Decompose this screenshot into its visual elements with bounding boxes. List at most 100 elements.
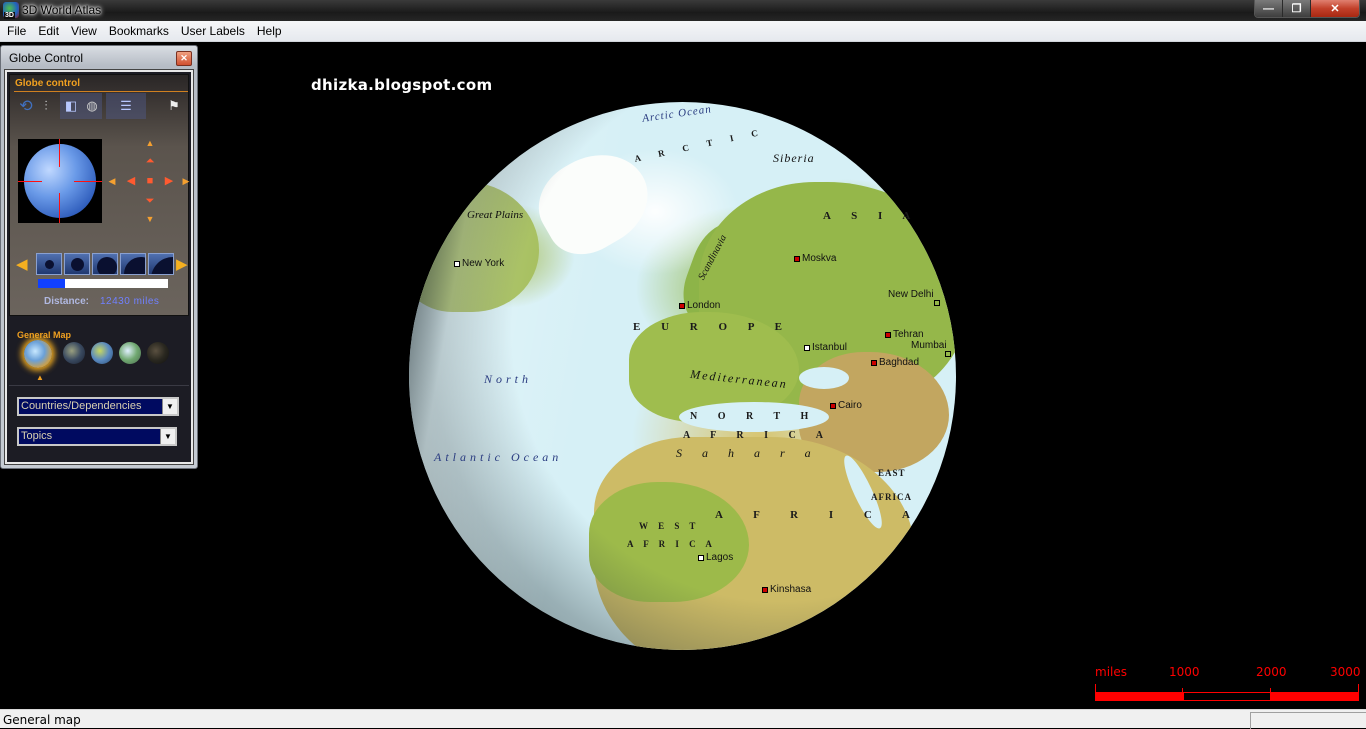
countries-dropdown-value: Countries/Dependencies — [21, 400, 142, 412]
city-mumbai[interactable]: Mumbai — [911, 340, 947, 351]
status-bar: General map — [0, 709, 1366, 729]
city-label: Kinshasa — [770, 584, 812, 595]
topics-dropdown[interactable]: Topics ▼ — [17, 427, 177, 446]
chevron-down-icon[interactable]: ▼ — [160, 429, 175, 444]
grid-globe-icon[interactable]: ◍ — [82, 93, 102, 119]
mumbai-marker-icon — [945, 351, 951, 357]
label-west-africa-1: W E S T — [639, 521, 700, 531]
pan-right-button[interactable]: ▶ — [162, 175, 176, 187]
zoom-presets: ◀ ▶ — [14, 253, 192, 275]
distance-slider-fill — [38, 279, 66, 288]
city-new-york[interactable]: New York — [454, 258, 504, 269]
pan-left-button[interactable]: ◀ — [124, 175, 138, 187]
crosshair-icon — [59, 139, 60, 167]
globe-viewport[interactable]: dhizka.blogspot.com Arctic Ocean A R C T… — [0, 42, 1366, 709]
menu-bookmarks[interactable]: Bookmarks — [104, 22, 174, 41]
pan-left-far-button[interactable]: ◀ — [105, 175, 119, 187]
city-istanbul[interactable]: Istanbul — [804, 342, 847, 353]
map-style-satellite[interactable] — [63, 342, 85, 364]
list-icon[interactable]: ☰ — [106, 93, 146, 119]
city-label: Cairo — [838, 400, 862, 411]
city-tehran[interactable]: Tehran — [885, 329, 924, 340]
planet-icon — [124, 257, 145, 274]
navigation-pad: ▲ ⏶ ◀ ◀ ■ ▶ ▶ ⏷ ▼ — [109, 135, 193, 227]
city-label: London — [687, 300, 721, 311]
stop-button[interactable]: ■ — [143, 175, 157, 187]
city-label: Mumbai — [911, 340, 947, 351]
menu-file[interactable]: File — [2, 22, 31, 41]
planet-icon — [97, 257, 117, 274]
status-text: General map — [3, 713, 81, 727]
pan-up-far-button[interactable]: ▲ — [143, 137, 157, 149]
zoom-preset-medium[interactable] — [92, 253, 118, 275]
label-west-africa-2: A F R I C A — [627, 539, 716, 549]
label-north-africa-2: A F R I C A — [683, 430, 832, 441]
menu-user-labels[interactable]: User Labels — [176, 22, 250, 41]
chevron-down-icon[interactable]: ▼ — [162, 399, 177, 414]
pan-up-button[interactable]: ⏶ — [143, 155, 157, 167]
city-label: Moskva — [802, 253, 837, 264]
topics-dropdown-value: Topics — [21, 430, 53, 442]
rotate-axis-icon[interactable]: ⟲ — [14, 93, 38, 119]
window-title: 3D World Atlas — [22, 3, 102, 17]
pan-down-button[interactable]: ⏷ — [143, 195, 157, 207]
scale-tick-label-1000: 1000 — [1169, 665, 1200, 679]
pan-right-far-button[interactable]: ▶ — [179, 175, 193, 187]
window-controls: — ❐ ✕ — [1254, 0, 1360, 18]
app-icon-badge: 3D — [4, 12, 15, 19]
capital-marker-icon — [885, 331, 891, 338]
capital-marker-icon — [794, 255, 800, 262]
city-label: Istanbul — [812, 342, 848, 353]
city-london[interactable]: London — [679, 300, 720, 311]
city-new-delhi[interactable]: New Delhi — [888, 289, 934, 300]
distance-slider[interactable] — [38, 279, 168, 288]
panel-body: Globe control ⟲ ⫶ ◧ ◍ ☰ ⚑ ▲ ⏶ ◀ ◀ ■ ▶ ▶ … — [4, 69, 194, 465]
mini-globe-navigator[interactable] — [18, 139, 102, 223]
city-label: Baghdad — [879, 357, 920, 368]
menu-edit[interactable]: Edit — [33, 22, 64, 41]
city-lagos[interactable]: Lagos — [698, 552, 733, 563]
globe-view-icon[interactable]: ◧ — [60, 93, 82, 119]
city-kinshasa[interactable]: Kinshasa — [762, 584, 811, 595]
zoom-preset-close[interactable] — [148, 253, 174, 275]
capital-marker-icon — [830, 402, 836, 409]
label-east: EAST — [878, 468, 906, 478]
label-great-plains: Great Plains — [467, 209, 524, 221]
panel-close-button[interactable]: ✕ — [176, 51, 192, 66]
city-marker-icon — [454, 260, 460, 267]
new-delhi-marker-icon — [934, 300, 940, 306]
map-style-night[interactable] — [147, 342, 169, 364]
altitude-ruler-icon[interactable]: ⫶ — [38, 93, 54, 119]
city-label: New Delhi — [888, 289, 934, 300]
planet-icon — [71, 258, 84, 271]
menu-help[interactable]: Help — [252, 22, 287, 41]
label-north-africa-1: N O R T H — [690, 411, 818, 422]
city-cairo[interactable]: Cairo — [830, 400, 862, 411]
map-style-physical[interactable] — [24, 340, 52, 368]
close-button[interactable]: ✕ — [1311, 0, 1359, 17]
scale-unit-label: miles — [1095, 665, 1127, 679]
city-marker-icon — [804, 344, 810, 351]
planet-icon — [45, 260, 54, 269]
map-style-vegetation[interactable] — [119, 342, 141, 364]
flag-icon[interactable]: ⚑ — [164, 93, 184, 119]
label-siberia: Siberia — [773, 151, 815, 165]
window-title-bar: 3D 3D World Atlas — ❐ ✕ — [0, 0, 1366, 21]
zoom-preset-distant[interactable] — [64, 253, 90, 275]
restore-button[interactable]: ❐ — [1283, 0, 1311, 17]
zoom-in-arrow-icon[interactable]: ▶ — [176, 255, 188, 273]
minimize-button[interactable]: — — [1255, 0, 1283, 17]
zoom-preset-far[interactable] — [36, 253, 62, 275]
zoom-out-arrow-icon[interactable]: ◀ — [16, 255, 28, 273]
map-style-political[interactable] — [91, 342, 113, 364]
city-moskva[interactable]: Moskva — [794, 253, 836, 264]
city-baghdad[interactable]: Baghdad — [871, 357, 919, 368]
scale-tick-label-2000: 2000 — [1256, 665, 1287, 679]
city-label: Tehran — [893, 329, 924, 340]
zoom-preset-near[interactable] — [120, 253, 146, 275]
countries-dropdown[interactable]: Countries/Dependencies ▼ — [17, 397, 179, 416]
menu-view[interactable]: View — [66, 22, 102, 41]
globe-toolbar: ⟲ ⫶ ◧ ◍ ☰ ⚑ — [14, 93, 186, 119]
label-africa: A F R I C A — [715, 509, 924, 521]
pan-down-far-button[interactable]: ▼ — [143, 213, 157, 225]
